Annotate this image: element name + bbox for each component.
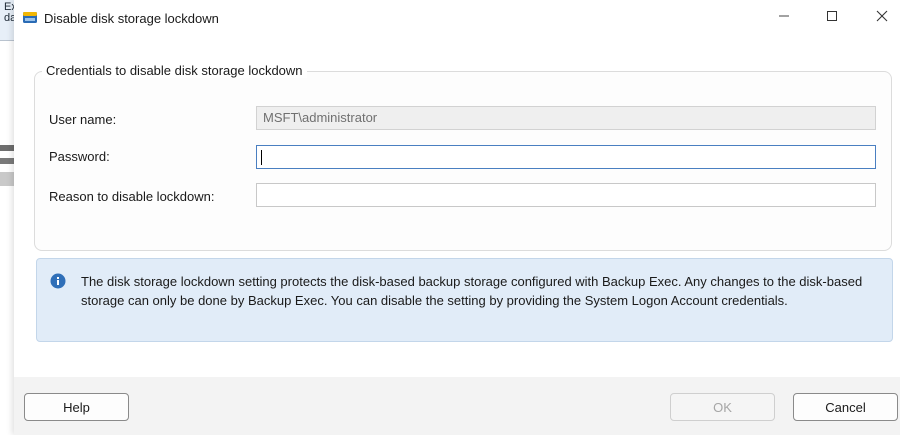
help-button[interactable]: Help xyxy=(24,393,129,421)
close-button[interactable] xyxy=(862,4,900,32)
maximize-button[interactable] xyxy=(812,4,852,32)
disable-lockdown-dialog: Disable disk storage lockdown Credential… xyxy=(14,0,900,435)
info-message-box: The disk storage lockdown setting protec… xyxy=(36,258,893,342)
close-icon xyxy=(876,9,888,27)
password-label: Password: xyxy=(49,149,110,164)
backup-exec-app-icon xyxy=(22,9,38,25)
ok-button[interactable]: OK xyxy=(670,393,775,421)
minimize-button[interactable] xyxy=(764,4,804,32)
maximize-icon xyxy=(826,9,838,27)
cancel-button[interactable]: Cancel xyxy=(793,393,898,421)
reason-label: Reason to disable lockdown: xyxy=(49,189,215,204)
dialog-title: Disable disk storage lockdown xyxy=(44,11,219,26)
text-cursor xyxy=(261,150,262,165)
user-name-label: User name: xyxy=(49,112,117,127)
minimize-icon xyxy=(778,9,790,27)
password-field[interactable] xyxy=(256,145,876,169)
title-bar[interactable]: Disable disk storage lockdown xyxy=(14,0,900,36)
info-icon xyxy=(50,273,66,289)
info-message-text: The disk storage lockdown setting protec… xyxy=(81,274,863,308)
reason-field[interactable] xyxy=(256,183,876,207)
user-name-field[interactable]: MSFT\administrator xyxy=(256,106,876,130)
credentials-group-label: Credentials to disable disk storage lock… xyxy=(42,63,307,78)
